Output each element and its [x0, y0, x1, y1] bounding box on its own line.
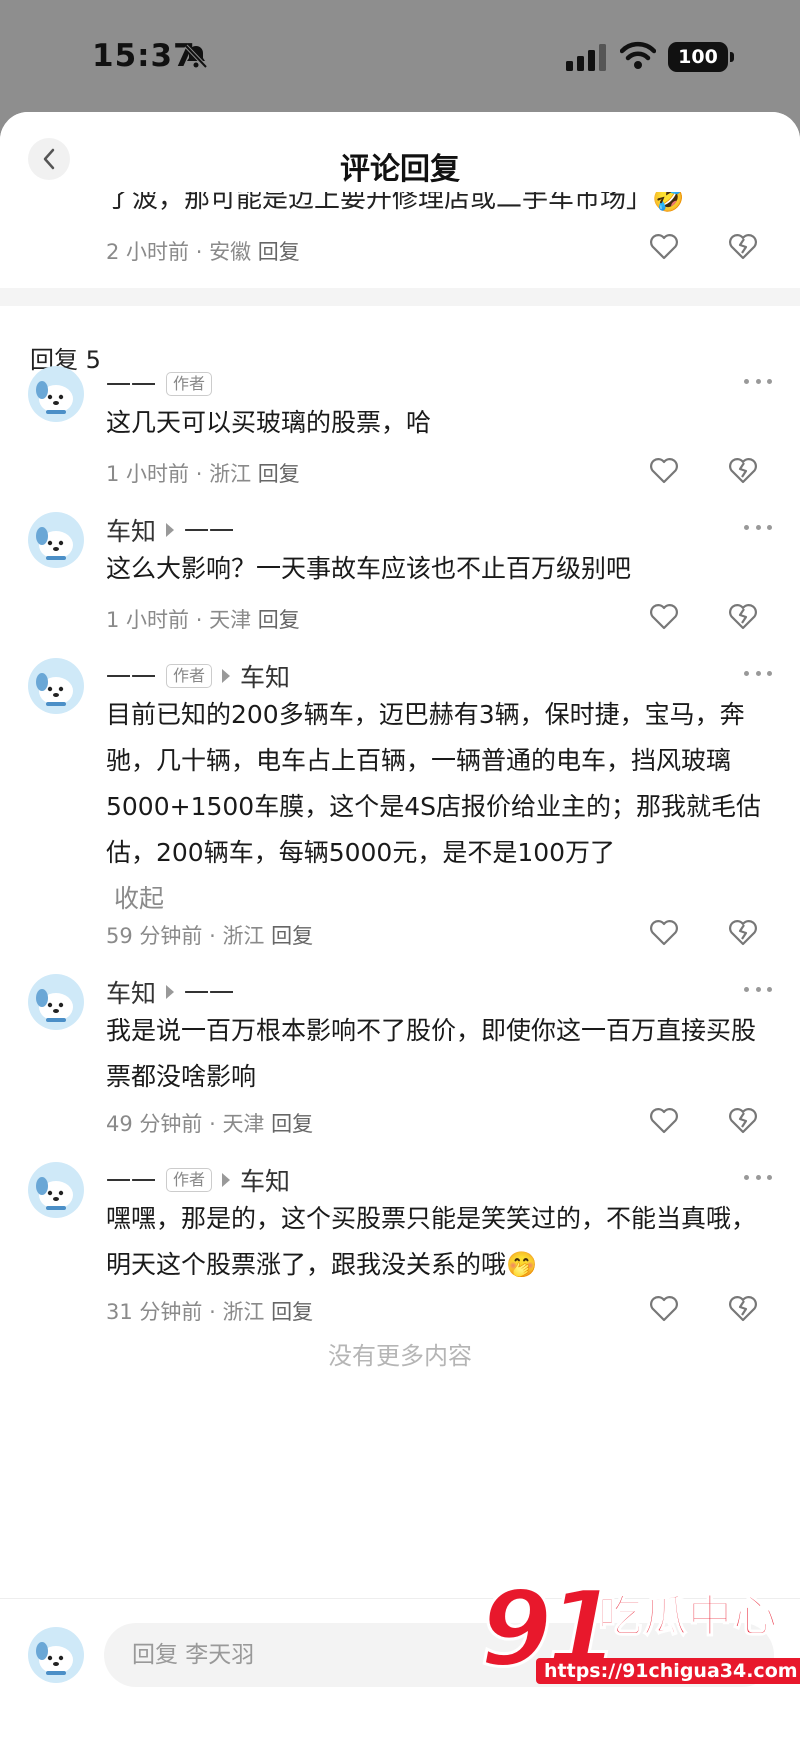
reply-name-row: 车知 一一 [106, 512, 234, 548]
reply-meta: 59 分钟前 · 浙江 回复 [106, 924, 314, 948]
battery-indicator: 100 [668, 42, 734, 72]
comment-location: 浙江 [222, 924, 265, 948]
more-options-icon[interactable] [744, 376, 772, 386]
reply-text: 嘿嘿，那是的，这个买股票只能是笑笑过的，不能当真哦，明天这个股票涨了，跟我没关系… [106, 1204, 757, 1279]
more-options-icon[interactable] [744, 984, 772, 994]
reply-button[interactable]: 回复 [258, 462, 300, 486]
avatar[interactable] [28, 658, 84, 714]
status-time: 15:37 [92, 38, 196, 74]
comment-time: 49 分钟前 [106, 1112, 203, 1136]
comment-time: 1 小时前 [106, 608, 190, 632]
more-options-icon[interactable] [744, 522, 772, 532]
watermark-url: https://91chigua34.com [536, 1658, 800, 1684]
comment-time: 31 分钟前 [106, 1300, 203, 1324]
reply-to-username[interactable]: 车知 [240, 1162, 290, 1198]
username[interactable]: 一一 [106, 366, 156, 402]
username[interactable]: 一一 [106, 658, 156, 694]
heart-icon[interactable] [648, 916, 680, 948]
page-title: 评论回复 [340, 152, 460, 187]
reply-button[interactable]: 回复 [271, 1300, 313, 1324]
comment-time: 59 分钟前 [106, 924, 203, 948]
no-more-content: 没有更多内容 [328, 1342, 472, 1370]
reply-meta: 31 分钟前 · 浙江 回复 [106, 1300, 314, 1324]
reply-text: 目前已知的200多辆车，迈巴赫有3辆，保时捷，宝马，奔驰，几十辆，电车占上百辆，… [106, 692, 766, 922]
username[interactable]: 车知 [106, 974, 156, 1010]
watermark-text: 吃瓜中心 [597, 1590, 778, 1643]
reply-text-content: 目前已知的200多辆车，迈巴赫有3辆，保时捷，宝马，奔驰，几十辆，电车占上百辆，… [106, 700, 761, 867]
reply-button[interactable]: 回复 [271, 924, 313, 948]
heart-icon[interactable] [648, 454, 680, 486]
comment-location: 浙江 [209, 462, 252, 486]
reply-meta: 1 小时前 · 浙江 回复 [106, 462, 300, 486]
reply-to-arrow-icon [222, 669, 231, 683]
broken-heart-icon[interactable] [727, 1292, 759, 1324]
reply-to-username[interactable]: 车知 [240, 658, 290, 694]
cellular-signal-icon [566, 44, 606, 71]
comment-location: 天津 [209, 608, 252, 632]
comment-reply-sheet: 评论回复 了波，那可能是迈上要开修理店或二手车市场」🤣 2 小时前 · 安徽 回… [0, 112, 800, 1739]
reply-to-arrow-icon [166, 523, 175, 537]
dog-avatar-icon [36, 1642, 73, 1675]
author-badge: 作者 [166, 664, 213, 688]
collapse-button[interactable]: 收起 [106, 884, 164, 913]
heart-icon[interactable] [648, 1292, 680, 1324]
avatar[interactable] [28, 366, 84, 422]
dog-avatar-icon [36, 1177, 73, 1210]
reply-to-username[interactable]: 一一 [184, 512, 234, 548]
bell-muted-icon [184, 44, 208, 69]
parent-comment-meta: 2 小时前 · 安徽 回复 [106, 240, 300, 264]
reply-name-row: 一一 作者 [106, 366, 213, 402]
reply-meta: 1 小时前 · 天津 回复 [106, 608, 300, 632]
reply-text: 这几天可以买玻璃的股票，哈 [106, 408, 432, 437]
comment-time: 2 小时前 [106, 240, 190, 264]
heart-icon[interactable] [648, 600, 680, 632]
comment-location: 浙江 [222, 1300, 265, 1324]
reply-to-username[interactable]: 一一 [184, 974, 234, 1010]
comment-location: 天津 [222, 1112, 265, 1136]
reply-button[interactable]: 回复 [258, 608, 300, 632]
wifi-icon [620, 41, 656, 69]
reply-meta: 49 分钟前 · 天津 回复 [106, 1112, 314, 1136]
username[interactable]: 车知 [106, 512, 156, 548]
broken-heart-icon[interactable] [727, 454, 759, 486]
more-options-icon[interactable] [744, 668, 772, 678]
author-badge: 作者 [166, 1168, 213, 1192]
reply-text: 我是说一百万根本影响不了股价，即使你这一百万直接买股票都没啥影响 [106, 1016, 757, 1091]
dog-avatar-icon [36, 989, 73, 1022]
reply-name-row: 一一 作者 车知 [106, 1162, 290, 1198]
broken-heart-icon[interactable] [727, 230, 759, 262]
status-bar: 15:37 100 [0, 0, 800, 112]
reply-button[interactable]: 回复 [258, 240, 300, 264]
author-badge: 作者 [166, 372, 213, 396]
avatar[interactable] [28, 974, 84, 1030]
heart-icon[interactable] [648, 230, 680, 262]
watermark-logo: 91 吃瓜中心 https://91chigua34.com [479, 1573, 800, 1694]
dog-avatar-icon [36, 673, 73, 706]
reply-text: 这么大影响？一天事故车应该也不止百万级别吧 [106, 554, 632, 583]
avatar[interactable] [28, 1162, 84, 1218]
avatar [28, 1627, 84, 1683]
reply-name-row: 车知 一一 [106, 974, 234, 1010]
reply-name-row: 一一 作者 车知 [106, 658, 290, 694]
dog-avatar-icon [36, 527, 73, 560]
comment-location: 安徽 [209, 240, 252, 264]
reply-to-arrow-icon [166, 985, 175, 999]
dog-avatar-icon [36, 381, 73, 414]
more-options-icon[interactable] [744, 1172, 772, 1182]
username[interactable]: 一一 [106, 1162, 156, 1198]
sheet-header: 评论回复 [0, 112, 800, 192]
heart-icon[interactable] [648, 1104, 680, 1136]
broken-heart-icon[interactable] [727, 600, 759, 632]
section-divider [0, 288, 800, 306]
comment-time: 1 小时前 [106, 462, 190, 486]
reply-to-arrow-icon [222, 1173, 231, 1187]
broken-heart-icon[interactable] [727, 1104, 759, 1136]
reply-button[interactable]: 回复 [271, 1112, 313, 1136]
broken-heart-icon[interactable] [727, 916, 759, 948]
avatar[interactable] [28, 512, 84, 568]
